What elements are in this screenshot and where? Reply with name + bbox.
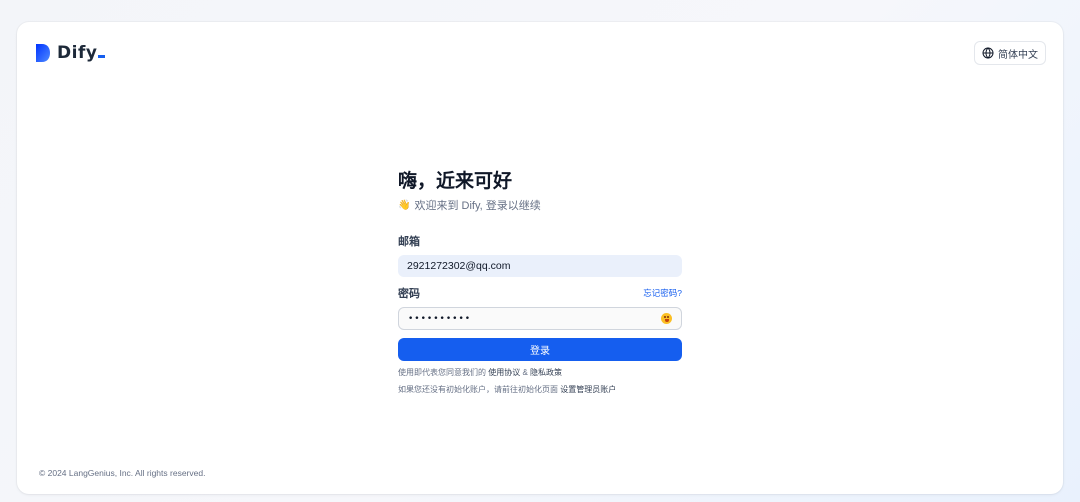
page-title: 嗨，近来可好 — [398, 171, 513, 192]
subtitle-text: 欢迎来到 Dify, 登录以继续 — [414, 200, 541, 212]
dify-logo-icon — [36, 44, 50, 62]
init-notice: 如果您还没有初始化账户，请前往初始化页面 设置管理员账户 — [398, 385, 617, 394]
language-label: 简体中文 — [998, 49, 1038, 61]
password-label: 密码 — [398, 288, 420, 300]
brand-name: Dify — [57, 43, 106, 63]
brand-logo[interactable]: Dify — [35, 42, 106, 64]
password-field[interactable] — [398, 307, 682, 330]
waving-hand-icon: 👋 — [398, 199, 411, 211]
language-selector[interactable]: 简体中文 — [974, 41, 1046, 65]
terms-link[interactable]: 使用协议 — [488, 368, 520, 377]
show-password-icon[interactable] — [661, 313, 672, 324]
terms-notice: 使用即代表您同意我们的 使用协议 & 隐私政策 — [398, 368, 563, 377]
setup-admin-link[interactable]: 设置管理员账户 — [560, 385, 616, 394]
login-button[interactable]: 登录 — [398, 338, 682, 361]
globe-icon — [982, 47, 994, 59]
email-field[interactable] — [398, 255, 682, 277]
login-form: 嗨，近来可好 👋 欢迎来到 Dify, 登录以继续 邮箱 密码 忘记密码? 登录… — [398, 170, 682, 396]
email-label: 邮箱 — [398, 236, 420, 248]
password-label-row: 密码 忘记密码? — [398, 285, 682, 301]
forgot-password-link[interactable]: 忘记密码? — [643, 287, 682, 299]
password-field-wrapper — [398, 307, 682, 330]
page-subtitle: 👋 欢迎来到 Dify, 登录以继续 — [398, 197, 682, 213]
login-card: Dify 简体中文 嗨，近来可好 👋 欢迎来到 Dify, 登录以继续 邮箱 密… — [17, 22, 1063, 494]
copyright-footer: © 2024 LangGenius, Inc. All rights reser… — [39, 468, 206, 478]
privacy-link[interactable]: 隐私政策 — [530, 368, 562, 377]
